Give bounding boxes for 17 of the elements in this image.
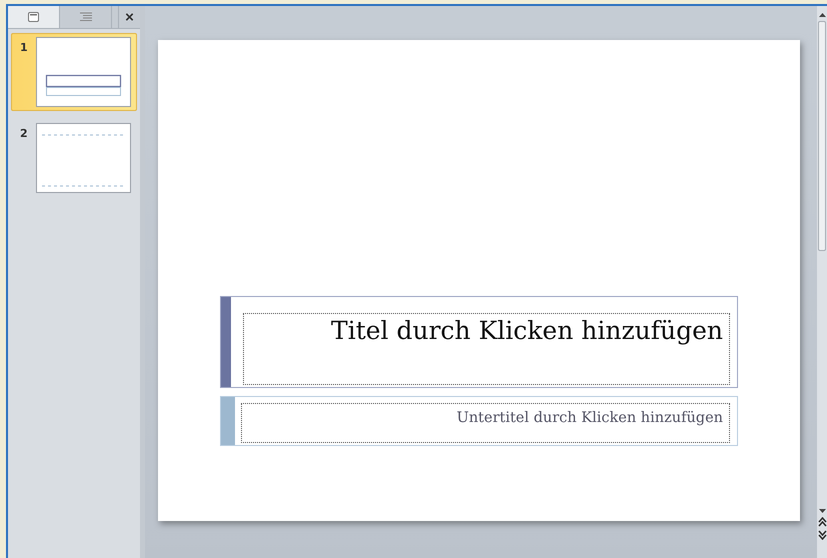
- outline-icon: [80, 12, 92, 22]
- subtitle-text: Untertitel durch Klicken hinzufügen: [456, 409, 723, 426]
- slides-tab[interactable]: [8, 6, 60, 28]
- previous-slide-icon[interactable]: [818, 517, 826, 527]
- slide-icon: [28, 12, 39, 22]
- title-text: Titel durch Klicken hinzufügen: [331, 315, 723, 345]
- next-slide-icon[interactable]: [818, 530, 826, 540]
- subtitle-placeholder[interactable]: Untertitel durch Klicken hinzufügen: [220, 396, 738, 446]
- scroll-thumb[interactable]: [818, 21, 826, 251]
- slide-thumbnail-item[interactable]: 2: [11, 119, 137, 197]
- slide-number: 2: [20, 126, 29, 140]
- slide-number: 1: [20, 40, 29, 54]
- scroll-down-icon[interactable]: [818, 508, 826, 514]
- slide-thumbnail-item[interactable]: 1: [11, 33, 137, 111]
- accent-bar: [221, 397, 235, 445]
- scroll-up-icon[interactable]: [818, 12, 826, 18]
- title-placeholder[interactable]: Titel durch Klicken hinzufügen: [220, 296, 738, 388]
